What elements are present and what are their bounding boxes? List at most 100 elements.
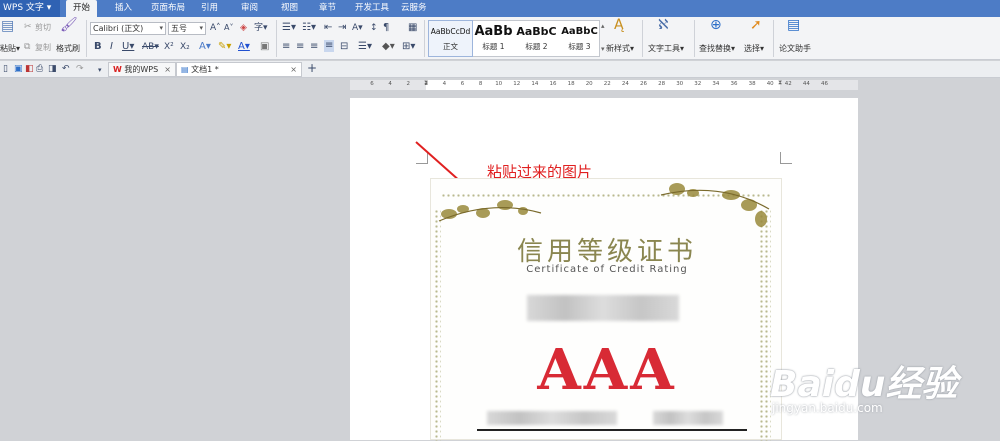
line-spacing-icon[interactable]: ☰▾ — [358, 42, 372, 52]
distributed-icon[interactable]: ⊟ — [340, 42, 348, 52]
redo-icon[interactable]: ↷ — [76, 64, 84, 74]
ruler-number: 26 — [640, 81, 647, 87]
close-icon[interactable]: × — [164, 63, 171, 76]
paste-icon[interactable]: ▤ — [1, 19, 14, 33]
brush-icon[interactable]: 🖌 — [60, 18, 78, 32]
text-effect-icon[interactable]: A▾ — [199, 42, 211, 52]
ribbon-tab-bar: WPS 文字 ▾ 开始 插入 页面布局 引用 审阅 视图 章节 开发工具 云服务 — [0, 0, 1000, 17]
borders-icon[interactable]: ⊞▾ — [402, 42, 415, 52]
style-name: 标题 1 — [482, 42, 505, 51]
new-style-icon[interactable]: Ą — [614, 18, 624, 32]
close-icon[interactable]: × — [290, 63, 297, 76]
find-replace-button[interactable]: 查找替换▾ — [699, 43, 735, 54]
font-family-select[interactable]: Calibri (正文) — [90, 22, 166, 35]
char-shading-icon[interactable]: ▣ — [260, 42, 269, 52]
underline-icon[interactable]: U▾ — [122, 42, 134, 52]
doc-tab-document[interactable]: ▤ 文档1 * × — [176, 62, 302, 77]
italic-icon[interactable]: I — [110, 42, 113, 52]
copy-button[interactable]: 复制 — [35, 42, 51, 53]
export-pdf-icon[interactable]: ◧ — [25, 64, 34, 74]
floral-ornament-icon — [438, 183, 770, 227]
tab-insert[interactable]: 插入 — [108, 0, 139, 17]
thesis-assistant-button[interactable]: 论文助手 — [779, 43, 811, 54]
app-menu-button[interactable]: WPS 文字 ▾ — [0, 0, 60, 17]
font-size-select[interactable]: 五号 — [168, 22, 206, 35]
tab-cloud[interactable]: 云服务 — [394, 0, 434, 17]
pasted-certificate-image[interactable]: 信用等级证书 Certificate of Credit Rating AAA — [430, 178, 782, 441]
format-painter-button[interactable]: 格式刷 — [56, 43, 80, 54]
new-style-button[interactable]: 新样式▾ — [606, 43, 634, 54]
subscript-icon[interactable]: X₂ — [180, 42, 190, 52]
bold-icon[interactable]: B — [94, 42, 102, 52]
paste-button[interactable]: 粘贴▾ — [0, 43, 20, 54]
tab-developer[interactable]: 开发工具 — [348, 0, 396, 17]
select-button[interactable]: 选择▾ — [744, 43, 764, 54]
style-normal[interactable]: AaBbCcDd 正文 — [428, 20, 473, 57]
justify-icon[interactable]: ≡ — [324, 40, 335, 52]
numbering-icon[interactable]: ☷▾ — [302, 23, 316, 33]
cut-button[interactable]: 剪切 — [35, 22, 51, 33]
tab-references[interactable]: 引用 — [194, 0, 225, 17]
show-marks-icon[interactable]: ¶ — [383, 23, 389, 33]
thesis-doc-icon[interactable]: ▤ — [787, 18, 800, 32]
style-heading-2[interactable]: AaBbC 标题 2 — [515, 21, 558, 56]
table-border-icon[interactable]: ▦ — [408, 23, 417, 33]
save-icon[interactable]: ▣ — [14, 64, 23, 74]
certificate-subtitle: Certificate of Credit Rating — [526, 264, 688, 275]
phonetic-icon[interactable]: 字▾ — [254, 23, 268, 33]
certificate-title: 信用等级证书 — [516, 237, 697, 267]
strikethrough-icon[interactable]: AB▾ — [142, 42, 159, 52]
blurred-info — [653, 411, 723, 425]
customize-chevron-down-icon[interactable]: ▾ — [98, 65, 102, 75]
tab-view[interactable]: 视图 — [274, 0, 305, 17]
text-tools-button[interactable]: 文字工具▾ — [648, 43, 684, 54]
new-tab-plus-icon[interactable]: + — [307, 62, 317, 74]
gallery-more-icon[interactable]: ▾ — [601, 44, 605, 54]
tab-review[interactable]: 审阅 — [234, 0, 265, 17]
print-icon[interactable]: ⎙ — [36, 64, 43, 74]
increase-indent-icon[interactable]: ⇥ — [338, 23, 346, 33]
bullets-icon[interactable]: ☰▾ — [282, 23, 296, 33]
highlight-icon[interactable]: ✎▾ — [218, 42, 231, 52]
new-doc-icon[interactable]: ▯ — [3, 64, 8, 74]
decrease-indent-icon[interactable]: ⇤ — [324, 23, 332, 33]
tab-page-layout[interactable]: 页面布局 — [144, 0, 192, 17]
align-center-icon[interactable]: ≡ — [296, 42, 304, 52]
shrink-font-icon[interactable]: A˅ — [224, 23, 233, 33]
text-tools-label: 文字工具 — [648, 44, 680, 53]
align-right-icon[interactable]: ≡ — [310, 42, 318, 52]
doc-tab-home[interactable]: W 我的WPS × — [108, 62, 176, 77]
clear-format-icon[interactable]: ◈ — [240, 23, 247, 33]
left-indent-marker-icon[interactable]: ⧗ — [424, 79, 428, 87]
tab-chapter[interactable]: 章节 — [312, 0, 343, 17]
right-indent-marker-icon[interactable]: ⧗ — [778, 79, 782, 87]
grow-font-icon[interactable]: A˄ — [210, 23, 221, 33]
copy-icon[interactable]: ⧉ — [24, 42, 30, 52]
quick-access-toolbar: ▯ ▣ ◧ ⎙ ◨ ↶ ↷ ▾ W 我的WPS × ▤ 文档1 * × + — [0, 61, 1000, 78]
ruler-number: 32 — [694, 81, 702, 87]
print-preview-icon[interactable]: ◨ — [48, 64, 57, 74]
text-tools-icon[interactable]: ℵ — [658, 18, 668, 32]
superscript-icon[interactable]: X² — [164, 42, 174, 52]
paste-label: 粘贴 — [0, 44, 16, 53]
ruler-number: 4 — [388, 81, 392, 87]
find-replace-icon[interactable]: ⊕ — [710, 18, 722, 32]
cursor-arrow-icon[interactable]: ➚ — [750, 18, 762, 32]
ruler-number: 22 — [603, 81, 611, 87]
style-heading-1[interactable]: AaBb 标题 1 — [472, 21, 515, 56]
style-heading-3[interactable]: AaBbC 标题 3 — [558, 21, 601, 56]
gallery-up-icon[interactable]: ▴ — [601, 21, 605, 31]
ruler-number: 2 — [406, 81, 410, 87]
sort-icon[interactable]: ↕ — [370, 23, 378, 33]
blurred-info — [487, 411, 617, 425]
horizontal-ruler[interactable]: 6 4 2 2 4 6 8 10 12 14 16 18 20 22 24 26 28 30 32 34 36 38 40 4… — [350, 79, 858, 90]
font-color-icon[interactable]: A▾ — [238, 42, 250, 52]
align-left-icon[interactable]: ≡ — [282, 42, 290, 52]
tab-home[interactable]: 开始 — [66, 0, 98, 17]
chinese-layout-icon[interactable]: A▾ — [352, 23, 363, 33]
undo-icon[interactable]: ↶ — [62, 64, 70, 74]
scissors-icon[interactable]: ✂ — [24, 22, 32, 32]
ruler-number: 20 — [585, 81, 593, 87]
style-preview: AaBbC — [516, 25, 557, 38]
shading-icon[interactable]: ◆▾ — [382, 42, 395, 52]
